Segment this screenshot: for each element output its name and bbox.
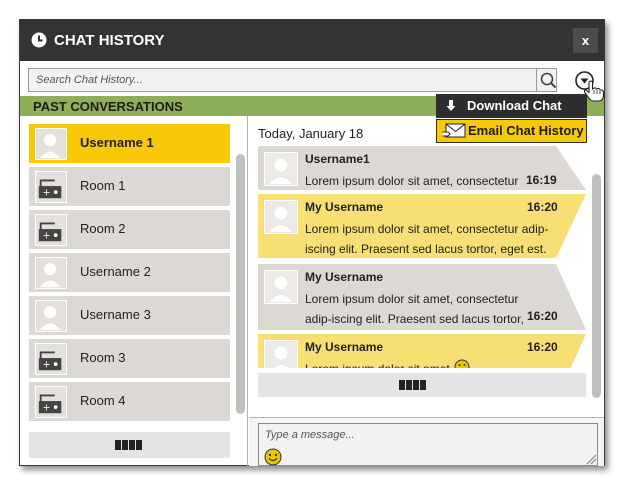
avatar [264, 200, 298, 234]
conversation-list: Username 1 + Room 1 + Room 2 Username 2 … [20, 116, 248, 466]
message-item: My Username 16:20 Lorem ipsum dolor sit … [258, 194, 588, 258]
resize-grip-icon[interactable] [585, 453, 597, 465]
download-arrow-icon [446, 100, 456, 111]
menu-item-download-chat[interactable]: Download Chat [436, 94, 587, 118]
message-input[interactable] [259, 424, 579, 446]
user-avatar-icon [270, 158, 292, 184]
conversation-item-room-4[interactable]: + Room 4 [29, 382, 230, 421]
clock-icon [31, 32, 47, 48]
message-username: My Username [305, 200, 384, 214]
avatar [264, 270, 298, 304]
hand-cursor-icon [583, 80, 605, 102]
avatar [35, 300, 67, 332]
conversation-label: Username 3 [80, 307, 151, 322]
menu-item-email-chat-history[interactable]: Email Chat History [436, 119, 587, 143]
section-title: PAST CONVERSATIONS [33, 99, 183, 114]
message-time: 16:19 [526, 173, 557, 187]
message-time: 16:20 [527, 309, 558, 323]
message-username: My Username [305, 270, 384, 284]
chat-options-menu: Download Chat Email Chat History [436, 94, 587, 144]
avatar: + [35, 343, 67, 375]
avatar [35, 257, 67, 289]
avatar: + [35, 171, 67, 203]
message-item: My Username Lorem ipsum dolor sit amet, … [258, 264, 588, 346]
conversation-item-room-3[interactable]: + Room 3 [29, 339, 230, 378]
menu-item-label: Email Chat History [468, 123, 584, 138]
message-time: 16:20 [527, 340, 558, 354]
user-avatar-icon [39, 134, 61, 159]
user-avatar-icon [39, 263, 61, 288]
user-avatar-icon [39, 306, 61, 331]
conversation-item-room-1[interactable]: + Room 1 [29, 167, 230, 206]
message-list: Username1 Lorem ipsum dolor sit amet, co… [258, 146, 588, 368]
conversation-item-username-1[interactable]: Username 1 [29, 124, 230, 163]
svg-text:+: + [43, 402, 51, 413]
avatar: + [35, 386, 67, 418]
conversation-item-username-2[interactable]: Username 2 [29, 253, 230, 292]
message-username: My Username [305, 340, 384, 354]
search-bar [28, 68, 557, 92]
message-username: Username1 [305, 152, 370, 166]
conversation-label: Username 2 [80, 264, 151, 279]
chat-pane: Today, January 18 Username1 Lorem ipsum … [249, 116, 604, 466]
room-icon: + [38, 394, 62, 413]
svg-text:+: + [43, 187, 51, 198]
avatar: + [35, 214, 67, 246]
conversation-label: Room 1 [80, 178, 126, 193]
message-text: Lorem ipsum dolor sit amet, consectetur [305, 174, 519, 188]
loading-indicator-icon [399, 380, 426, 390]
user-avatar-icon [273, 346, 289, 368]
chat-history-window: CHAT HISTORY x PAST CONVERSATIONS [19, 19, 605, 466]
search-input[interactable] [29, 69, 529, 91]
window-title: CHAT HISTORY [54, 32, 165, 49]
menu-item-label: Download Chat [467, 98, 562, 113]
message-text: Lorem ipsum dolor sit amet [305, 359, 465, 368]
smiley-emoticon-icon [454, 359, 470, 368]
compose-area [249, 417, 604, 466]
conversation-label: Room 3 [80, 350, 126, 365]
message-text: Lorem ipsum dolor sit amet, consectetur … [305, 222, 549, 256]
title-bar: CHAT HISTORY x [20, 20, 604, 61]
conversation-label: Room 2 [80, 221, 126, 236]
close-button[interactable]: x [573, 28, 598, 53]
message-time: 16:20 [527, 200, 558, 214]
conversation-scrollbar[interactable] [236, 154, 245, 414]
room-icon: + [38, 351, 62, 370]
email-envelope-icon [442, 123, 466, 138]
message-input-box [258, 423, 598, 466]
avatar [35, 128, 67, 160]
conversation-item-room-2[interactable]: + Room 2 [29, 210, 230, 249]
message-item: Username1 Lorem ipsum dolor sit amet, co… [258, 146, 588, 190]
chat-scrollbar[interactable] [592, 174, 601, 398]
room-icon: + [38, 222, 62, 241]
conversation-item-username-3[interactable]: Username 3 [29, 296, 230, 335]
search-icon [540, 72, 557, 89]
message-item: My Username 16:20 Lorem ipsum dolor sit … [258, 334, 588, 368]
loading-indicator-icon [115, 440, 142, 450]
load-more-conversations-button[interactable] [29, 432, 230, 458]
conversation-label: Room 4 [80, 393, 126, 408]
conversation-label: Username 1 [80, 135, 154, 150]
svg-text:+: + [43, 359, 51, 370]
avatar [264, 340, 298, 368]
room-icon: + [38, 179, 62, 198]
search-button[interactable] [536, 68, 558, 92]
load-more-messages-button[interactable] [258, 373, 586, 397]
user-avatar-icon [270, 276, 292, 302]
svg-text:+: + [43, 230, 51, 241]
emoticon-picker-icon[interactable] [264, 448, 282, 466]
avatar [264, 152, 298, 186]
date-label: Today, January 18 [258, 126, 364, 141]
user-avatar-icon [270, 206, 292, 232]
